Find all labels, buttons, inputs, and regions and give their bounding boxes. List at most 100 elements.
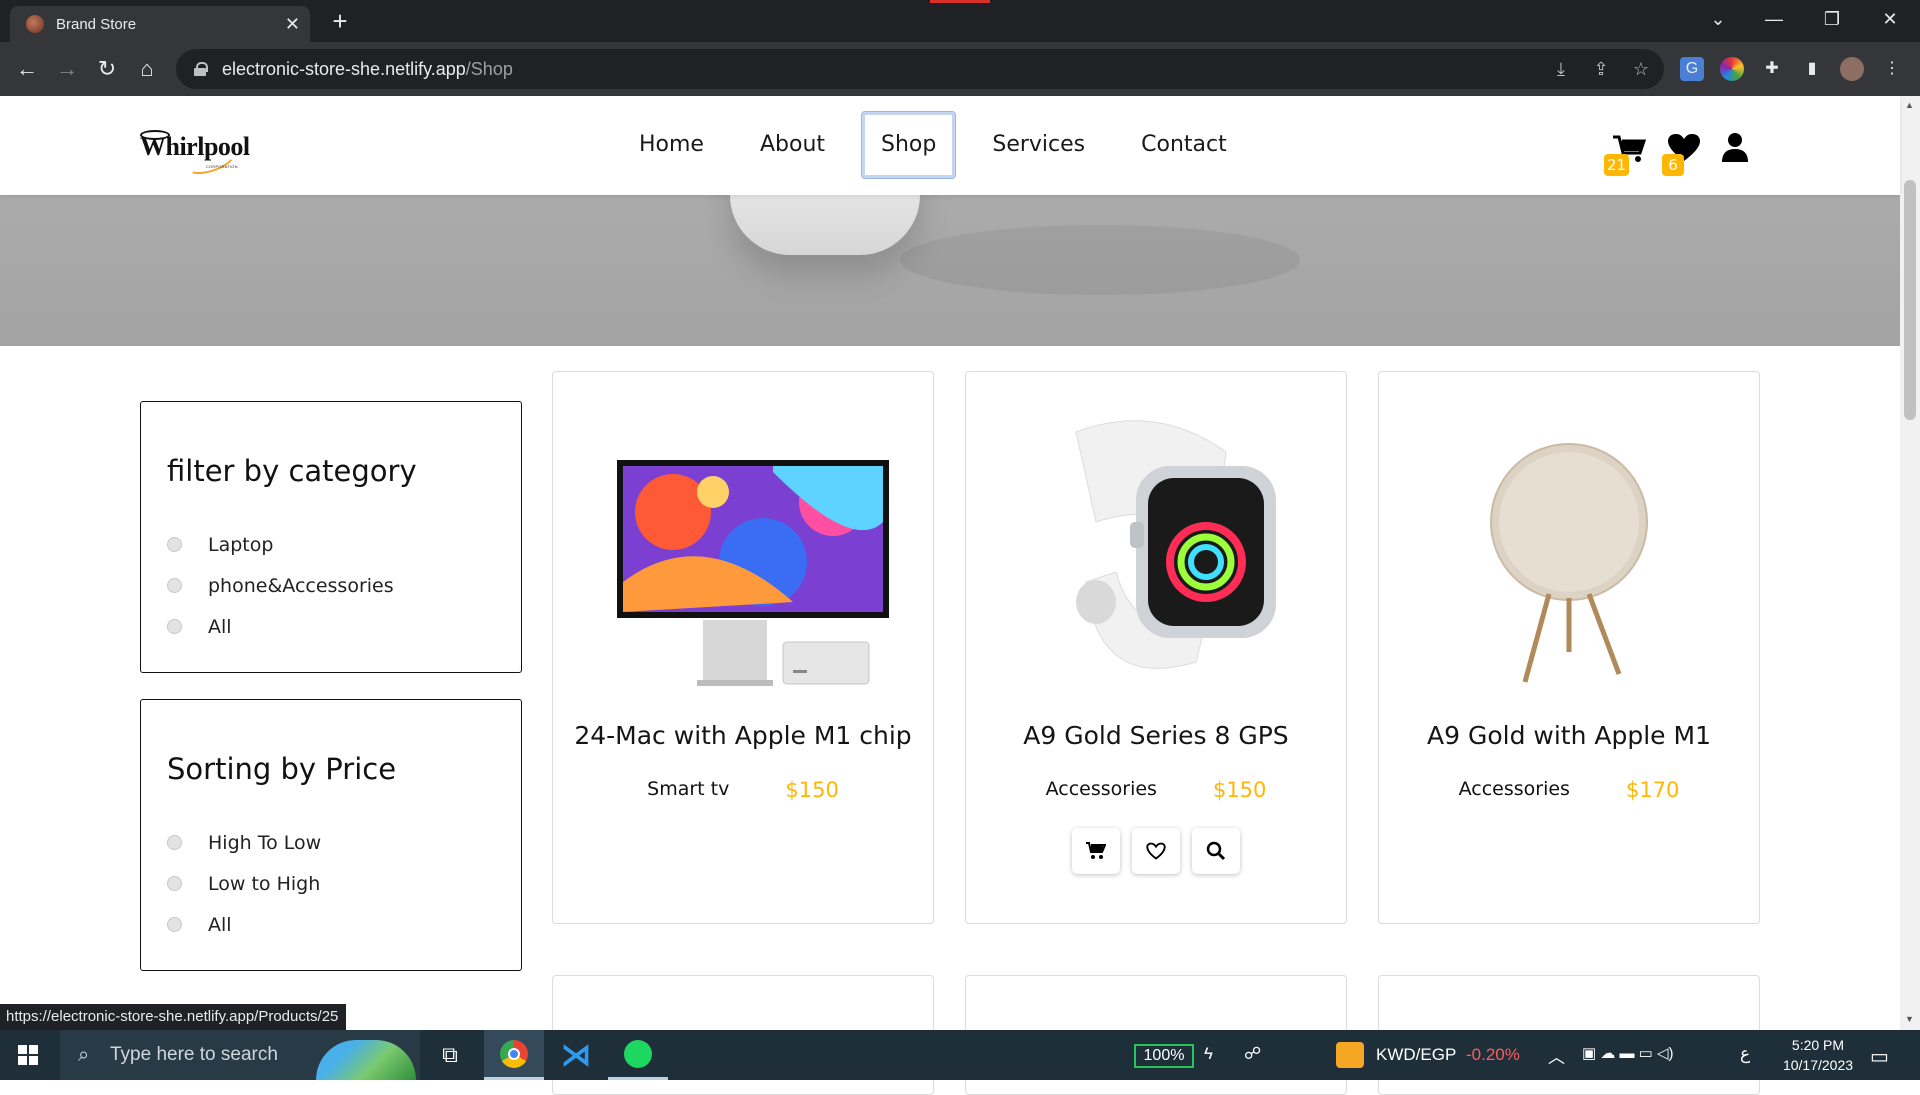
currency-pair[interactable]: KWD/EGP — [1376, 1045, 1456, 1065]
browser-tab[interactable]: Brand Store ✕ — [10, 6, 310, 42]
whirlpool-logo[interactable]: Whirlpool CORPORATION — [140, 130, 250, 180]
back-arrow-icon[interactable]: ← — [12, 54, 42, 84]
wishlist-button[interactable]: 6 — [1662, 134, 1700, 176]
windows-start-icon[interactable] — [18, 1045, 38, 1065]
option-label: Laptop — [208, 533, 274, 556]
color-extension-icon[interactable] — [1720, 57, 1744, 81]
profile-avatar[interactable] — [1840, 57, 1864, 81]
spotify-taskbar-icon[interactable] — [608, 1030, 668, 1080]
account-button[interactable] — [1722, 132, 1748, 167]
quick-view-button[interactable] — [1192, 828, 1240, 874]
radio-button[interactable] — [167, 835, 182, 850]
option-label: All — [208, 913, 232, 936]
nav-shop[interactable]: Shop — [861, 111, 957, 179]
side-panel-icon[interactable]: ▮ — [1800, 57, 1824, 81]
category-option-phone-accessories[interactable]: phone&Accessories — [167, 565, 495, 606]
product-name[interactable]: 24-Mac with Apple M1 chip — [553, 721, 933, 750]
radio-button[interactable] — [167, 578, 182, 593]
category-filter: filter by category Laptop phone&Accessor… — [140, 401, 522, 673]
address-bar[interactable]: electronic-store-she.netlify.app/Shop ⤓ … — [176, 49, 1664, 89]
taskbar-search-box[interactable]: ⌕ Type here to search — [60, 1030, 420, 1080]
add-to-wishlist-button[interactable] — [1132, 828, 1180, 874]
search-icon: ⌕ — [78, 1044, 90, 1066]
site-favicon-icon — [26, 15, 44, 33]
speaker-icon[interactable] — [1419, 412, 1719, 702]
task-view-icon[interactable]: ⧉ — [420, 1030, 480, 1080]
vscode-taskbar-icon[interactable]: ⋊ — [546, 1030, 606, 1080]
product-card[interactable]: A9 Gold Series 8 GPS Accessories $150 — [965, 371, 1347, 924]
bookmark-star-icon[interactable]: ☆ — [1630, 58, 1652, 80]
radio-button[interactable] — [167, 619, 182, 634]
product-price: $150 — [1212, 778, 1267, 802]
currency-widget-icon — [1336, 1042, 1364, 1068]
site-header: Whirlpool CORPORATION Home About Shop Se… — [0, 96, 1900, 195]
share-icon[interactable]: ⇪ — [1590, 58, 1612, 80]
category-filter-title: filter by category — [167, 454, 417, 488]
notification-icon[interactable]: ▭ — [1870, 1044, 1889, 1069]
product-name[interactable]: A9 Gold with Apple M1 — [1379, 721, 1759, 750]
browser-menu-icon[interactable]: ⋮ — [1880, 57, 1904, 81]
main-nav: Home About Shop Services Contact — [620, 111, 1264, 179]
sorting-title: Sorting by Price — [167, 752, 397, 786]
scroll-down-icon[interactable]: ▼ — [1905, 1014, 1914, 1024]
option-label: Low to High — [208, 872, 321, 895]
url-path: /Shop — [465, 58, 513, 79]
logo-subtext: CORPORATION — [206, 164, 238, 169]
category-option-laptop[interactable]: Laptop — [167, 524, 495, 565]
minimize-button[interactable]: — — [1746, 0, 1802, 42]
charging-icon: ϟ — [1204, 1044, 1213, 1063]
option-label: All — [208, 615, 232, 638]
search-icon — [1206, 841, 1226, 861]
install-app-icon[interactable]: ⤓ — [1550, 58, 1572, 80]
product-card[interactable]: A9 Gold with Apple M1 Accessories $170 — [1378, 371, 1760, 924]
url-host: electronic-store-she.netlify.app — [222, 58, 466, 79]
option-label: phone&Accessories — [208, 574, 394, 597]
tray-icons[interactable]: ▣ ☁ ▬ ▭ ◁) — [1582, 1044, 1674, 1062]
nav-services[interactable]: Services — [973, 112, 1104, 178]
hero-banner — [0, 195, 1900, 346]
page-scrollbar[interactable]: ▲ ▼ — [1900, 96, 1920, 1030]
tab-close-icon[interactable]: ✕ — [285, 14, 300, 35]
nav-about[interactable]: About — [741, 112, 844, 178]
radio-button[interactable] — [167, 876, 182, 891]
input-language[interactable]: ع — [1740, 1044, 1750, 1064]
product-price: $150 — [785, 778, 839, 802]
product-actions — [966, 828, 1346, 874]
scroll-up-icon[interactable]: ▲ — [1905, 100, 1914, 110]
hero-shadow — [900, 225, 1300, 295]
restore-button[interactable]: ❐ — [1804, 0, 1860, 42]
product-card[interactable]: 24-Mac with Apple M1 chip Smart tv $150 — [552, 371, 934, 924]
tray-chevron-icon[interactable]: ︿ — [1548, 1043, 1565, 1068]
sort-option-all[interactable]: All — [167, 904, 495, 945]
add-to-cart-button[interactable] — [1072, 828, 1120, 874]
radio-button[interactable] — [167, 537, 182, 552]
monitor-icon[interactable] — [593, 412, 893, 702]
sort-option-high-to-low[interactable]: High To Low — [167, 822, 495, 863]
product-category: Accessories — [1045, 778, 1157, 800]
browser-tab-strip: Brand Store ✕ + ⌄ — ❐ ✕ — [0, 0, 1920, 42]
lock-icon[interactable] — [194, 62, 208, 76]
nav-contact[interactable]: Contact — [1122, 112, 1246, 178]
radio-button[interactable] — [167, 917, 182, 932]
battery-indicator[interactable]: 100% — [1134, 1044, 1194, 1068]
price-sorting: Sorting by Price High To Low Low to High… — [140, 699, 522, 971]
reload-icon[interactable]: ↻ — [92, 54, 122, 84]
battery-percent: 100% — [1143, 1047, 1185, 1064]
people-icon[interactable]: ☍ — [1244, 1044, 1261, 1064]
forward-arrow-icon[interactable]: → — [52, 54, 82, 84]
new-tab-button[interactable]: + — [324, 6, 356, 38]
home-icon[interactable]: ⌂ — [132, 54, 162, 84]
tab-search-chevron-icon[interactable]: ⌄ — [1690, 0, 1746, 42]
product-name[interactable]: A9 Gold Series 8 GPS — [966, 721, 1346, 750]
translate-extension-icon[interactable]: G — [1680, 57, 1704, 81]
cart-button[interactable]: 21 — [1604, 134, 1647, 176]
chrome-taskbar-icon[interactable] — [484, 1030, 544, 1080]
close-window-button[interactable]: ✕ — [1862, 0, 1918, 42]
clock[interactable]: 5:20 PM 10/17/2023 — [1768, 1035, 1868, 1075]
nav-home[interactable]: Home — [620, 112, 723, 178]
sort-option-low-to-high[interactable]: Low to High — [167, 863, 495, 904]
scrollbar-thumb[interactable] — [1904, 180, 1916, 420]
extensions-puzzle-icon[interactable]: ✚ — [1760, 57, 1784, 81]
smartwatch-icon[interactable] — [1006, 412, 1306, 702]
category-option-all[interactable]: All — [167, 606, 495, 647]
